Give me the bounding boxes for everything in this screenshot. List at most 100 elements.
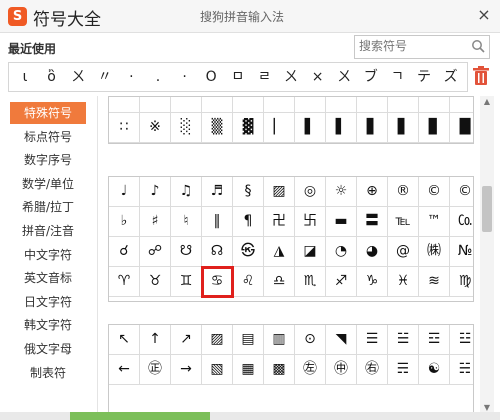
sidebar-item[interactable]: 数字序号 [10, 149, 86, 171]
symbol-cell[interactable] [109, 97, 140, 113]
symbol-cell[interactable] [140, 97, 171, 113]
symbol-cell[interactable]: @ [388, 237, 419, 267]
symbol-cell[interactable]: ☰ [357, 325, 388, 355]
symbol-cell[interactable]: ㏇ [450, 207, 473, 237]
symbol-cell[interactable]: ▀ [450, 97, 473, 113]
sidebar-item[interactable]: 希腊/拉丁 [10, 196, 86, 218]
symbol-cell[interactable]: © [450, 177, 473, 207]
symbol-cell[interactable]: ▓ [233, 113, 264, 143]
symbol-cell[interactable]: ㊣ [140, 355, 171, 385]
recent-symbol[interactable]: ズ [439, 63, 463, 91]
symbol-cell[interactable]: ▀ [326, 97, 357, 113]
symbol-cell[interactable]: ◕ [357, 237, 388, 267]
symbol-cell[interactable]: ∷ [109, 113, 140, 143]
recent-symbol[interactable]: ὂ [40, 63, 64, 91]
recent-symbol[interactable]: · [119, 63, 143, 91]
search-box[interactable] [354, 35, 490, 59]
symbol-cell[interactable]: ㊥ [326, 355, 357, 385]
symbol-cell[interactable]: ☊ [202, 237, 233, 267]
symbol-cell[interactable]: ※ [140, 113, 171, 143]
symbol-cell-selected[interactable]: ♋ [201, 266, 234, 298]
symbol-cell[interactable]: ▋ [388, 113, 419, 143]
symbol-cell[interactable]: ▦ [233, 355, 264, 385]
sidebar-item[interactable]: 韩文字符 [10, 314, 86, 336]
symbol-cell[interactable]: ░ [171, 113, 202, 143]
recent-symbol[interactable]: ㄨ [332, 63, 356, 91]
search-input[interactable] [359, 38, 459, 54]
symbol-cell[interactable]: ☼ [326, 177, 357, 207]
symbol-cell[interactable]: ↖ [109, 325, 140, 355]
symbol-cell[interactable]: ♪ [140, 177, 171, 207]
symbol-cell[interactable]: ▌ [295, 113, 326, 143]
symbol-cell[interactable]: ◥ [326, 325, 357, 355]
scrollbar-thumb[interactable] [482, 186, 492, 232]
symbol-cell[interactable]: ▩ [264, 355, 295, 385]
symbol-cell[interactable]: ▒ [202, 113, 233, 143]
recent-symbol[interactable]: · [173, 63, 197, 91]
symbol-cell[interactable]: ▀ [388, 97, 419, 113]
close-icon[interactable]: × [474, 5, 494, 25]
symbol-cell[interactable]: ▨ [264, 177, 295, 207]
symbol-cell[interactable]: ☌ [109, 237, 140, 267]
symbol-cell[interactable]: ◔ [326, 237, 357, 267]
symbol-cell[interactable]: ☵ [450, 355, 473, 385]
recent-symbol[interactable]: ι [13, 63, 37, 91]
symbol-cell[interactable]: ♎ [264, 267, 295, 297]
scroll-up-icon[interactable]: ▲ [480, 96, 494, 108]
symbol-cell[interactable]: № [450, 237, 473, 267]
recent-symbol[interactable]: ㅁ [226, 63, 250, 91]
symbol-cell[interactable]: ☍ [140, 237, 171, 267]
recent-symbol[interactable]: ㄹ [252, 63, 276, 91]
recent-symbol[interactable]: × [306, 63, 330, 91]
symbol-cell[interactable]: 卍 [264, 207, 295, 237]
symbol-cell[interactable]: ▨ [202, 325, 233, 355]
symbol-cell[interactable]: ▏ [264, 113, 295, 143]
symbol-cell[interactable]: ▀ [419, 97, 450, 113]
symbol-cell[interactable]: ♍ [450, 267, 473, 297]
symbol-cell[interactable]: ♑ [357, 267, 388, 297]
symbol-cell[interactable]: ☴ [388, 355, 419, 385]
symbol-cell[interactable]: ☱ [388, 325, 419, 355]
symbol-cell[interactable]: ▀ [357, 97, 388, 113]
recent-symbol[interactable]: ブ [359, 63, 383, 91]
symbol-cell[interactable]: ↑ [140, 325, 171, 355]
recent-symbol[interactable]: ㄨ [279, 63, 303, 91]
symbol-cell[interactable]: ♭ [109, 207, 140, 237]
symbol-cell[interactable]: ▀ [264, 97, 295, 113]
symbol-cell[interactable]: ♬ [202, 177, 233, 207]
sidebar-item[interactable]: 拼音/注音 [10, 220, 86, 242]
scrollbar-track[interactable] [480, 96, 494, 414]
symbol-cell[interactable]: ‖ [202, 207, 233, 237]
symbol-cell[interactable]: ▥ [264, 325, 295, 355]
symbol-cell[interactable]: ▤ [233, 325, 264, 355]
symbol-cell[interactable]: ☲ [419, 325, 450, 355]
symbol-cell[interactable]: ㈱ [419, 237, 450, 267]
symbol-cell[interactable]: ♓ [388, 267, 419, 297]
symbol-cell[interactable]: ® [388, 177, 419, 207]
symbol-cell[interactable]: § [233, 177, 264, 207]
sidebar-item[interactable]: 特殊符号 [10, 102, 86, 124]
symbol-cell[interactable]: ← [109, 355, 140, 385]
sidebar-item[interactable]: 数学/单位 [10, 173, 86, 195]
symbol-cell[interactable]: ℡ [388, 207, 419, 237]
symbol-cell[interactable]: ▧ [202, 355, 233, 385]
recent-symbol[interactable]: テ [412, 63, 436, 91]
symbol-cell[interactable]: ™ [419, 207, 450, 237]
recent-symbol[interactable]: 〃 [93, 63, 117, 91]
symbol-cell[interactable]: ◪ [295, 237, 326, 267]
symbol-cell[interactable]: ▀ [295, 97, 326, 113]
symbol-cell[interactable]: ♩ [109, 177, 140, 207]
symbol-cell[interactable]: ↗ [171, 325, 202, 355]
symbol-cell[interactable]: ▊ [419, 113, 450, 143]
sidebar-item[interactable]: 中文字符 [10, 244, 86, 266]
symbol-cell[interactable]: → [171, 355, 202, 385]
symbol-cell[interactable]: ▌ [326, 113, 357, 143]
sidebar-item[interactable]: 英文音标 [10, 267, 86, 289]
symbol-cell[interactable]: ♉ [140, 267, 171, 297]
symbol-cell[interactable]: 卐 [295, 207, 326, 237]
symbol-cell[interactable]: ☋ [171, 237, 202, 267]
symbol-cell[interactable]: ▀ [202, 97, 233, 113]
symbol-cell[interactable]: ⊙ [295, 325, 326, 355]
symbol-cell[interactable]: ⊕ [357, 177, 388, 207]
symbol-cell[interactable]: ≋ [419, 267, 450, 297]
